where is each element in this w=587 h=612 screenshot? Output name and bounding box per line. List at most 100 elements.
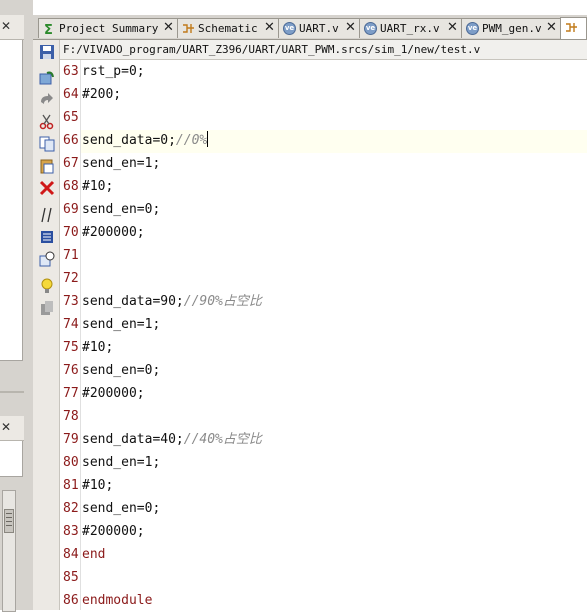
line-number: 85	[63, 570, 79, 585]
tab-uart-v[interactable]: ve UART.v ✕	[278, 18, 360, 38]
tab-label: PWM_gen.v	[482, 22, 542, 35]
line-number: 68	[63, 179, 79, 194]
line-number: 82	[63, 501, 79, 516]
code-editor[interactable]: rst_p=0; #200; send_data=0;//0% send_en=1; #…	[81, 60, 587, 610]
close-icon[interactable]: ✕	[264, 20, 275, 35]
line-number: 63	[63, 64, 79, 79]
code-line[interactable]: send_en=0;	[82, 361, 160, 381]
code-line[interactable]: #10;	[82, 338, 113, 358]
line-number: 76	[63, 363, 79, 378]
tab-schematic[interactable]: Schematic ✕	[177, 18, 279, 38]
code-line[interactable]: #200000;	[82, 223, 145, 243]
verilog-file-icon: ve	[466, 22, 479, 35]
left-dock-panel: ✕ ✕	[0, 0, 33, 612]
code-text: #200;	[82, 87, 122, 102]
close-icon[interactable]: ✕	[163, 20, 174, 35]
code-line[interactable]: send_en=1;	[82, 453, 160, 473]
line-number: 80	[63, 455, 79, 470]
editor-tab-bar: Σ Project Summary ✕ Schematic ✕ ve UART.…	[33, 15, 587, 40]
code-comment: //0%	[175, 133, 208, 148]
code-line[interactable]: #200000;	[82, 384, 145, 404]
tab-project-summary[interactable]: Σ Project Summary ✕	[38, 18, 178, 38]
code-text: #200000;	[82, 225, 145, 240]
cut-icon[interactable]	[39, 114, 55, 130]
verilog-file-icon: ve	[283, 22, 296, 35]
close-icon[interactable]: ✕	[546, 20, 557, 35]
tab-test-v[interactable]	[560, 17, 587, 39]
panel-content-top[interactable]	[0, 40, 23, 361]
line-number: 73	[63, 294, 79, 309]
comment-icon[interactable]	[39, 207, 55, 223]
code-line[interactable]: #200000;	[82, 522, 145, 542]
code-line[interactable]: send_en=1;	[82, 154, 160, 174]
template-icon[interactable]	[39, 251, 55, 267]
line-number: 84	[63, 547, 79, 562]
line-number: 86	[63, 593, 79, 608]
tab-pwm-gen-v[interactable]: ve PWM_gen.v ✕	[461, 18, 561, 38]
undo-icon[interactable]	[39, 92, 55, 108]
close-icon[interactable]: ✕	[1, 19, 11, 33]
code-line[interactable]: #200;	[82, 85, 121, 105]
code-line[interactable]: send_data=90;//90%占空比	[82, 292, 262, 312]
code-text: send_en=1;	[82, 455, 161, 470]
code-text: #200000;	[82, 386, 145, 401]
schematic-icon	[183, 24, 194, 33]
line-number: 67	[63, 156, 79, 171]
line-number: 81	[63, 478, 79, 493]
schematic-icon	[566, 23, 577, 32]
file-path-bar: F:/VIVADO_program/UART_Z396/UART/UART_PW…	[60, 40, 587, 60]
panel-header-bottom: ✕	[0, 416, 24, 441]
select-block-icon[interactable]	[39, 229, 55, 245]
copy-icon[interactable]	[39, 136, 55, 152]
panel-content-bottom-strip	[0, 441, 23, 477]
line-number: 69	[63, 202, 79, 217]
refresh-icon[interactable]	[39, 70, 55, 86]
lightbulb-icon[interactable]	[39, 278, 55, 294]
code-line[interactable]: send_data=40;//40%占空比	[82, 430, 262, 450]
code-line[interactable]: send_en=1;	[82, 315, 160, 335]
bookmark-icon[interactable]	[39, 300, 55, 316]
code-line[interactable]: end	[82, 545, 105, 565]
code-text: endmodule	[82, 593, 153, 608]
code-line[interactable]: send_data=0;//0%	[82, 131, 209, 151]
paste-icon[interactable]	[39, 158, 55, 174]
code-text: send_data=0;	[82, 133, 176, 148]
panel-divider[interactable]	[0, 391, 24, 393]
code-line[interactable]: send_en=0;	[82, 200, 160, 220]
editor-side-toolbar	[33, 40, 60, 610]
line-number: 72	[63, 271, 79, 286]
close-icon[interactable]: ✕	[1, 420, 11, 434]
close-icon[interactable]: ✕	[345, 20, 356, 35]
line-number: 70	[63, 225, 79, 240]
tab-uart-rx-v[interactable]: ve UART_rx.v ✕	[359, 18, 462, 38]
line-number: 65	[63, 110, 79, 125]
code-text: #200000;	[82, 524, 145, 539]
line-number-gutter: 63 64 65 66 67 68 69 70 71 72 73 74 75 76 77 78 79 80 81 82…	[60, 60, 81, 610]
code-line[interactable]: #10;	[82, 177, 113, 197]
code-line[interactable]: endmodule	[82, 591, 152, 611]
code-line[interactable]: #10;	[82, 476, 113, 496]
save-icon[interactable]	[39, 44, 55, 60]
code-text: send_en=0;	[82, 363, 161, 378]
code-text: send_data=90;	[82, 294, 184, 309]
line-number: 66	[63, 133, 79, 148]
code-text: send_en=1;	[82, 156, 161, 171]
close-icon[interactable]: ✕	[447, 20, 458, 35]
tab-label: UART_rx.v	[380, 22, 440, 35]
tab-label: Schematic	[198, 22, 258, 35]
panel-scrollbar[interactable]	[2, 490, 16, 612]
delete-icon[interactable]	[39, 180, 55, 196]
code-text: end	[82, 547, 106, 562]
code-text: #10;	[82, 179, 114, 194]
code-line[interactable]: rst_p=0;	[82, 62, 145, 82]
scrollbar-thumb[interactable]	[4, 509, 14, 533]
code-text: send_en=0;	[82, 202, 161, 217]
code-comment: //90%占空比	[183, 294, 262, 309]
code-text: send_data=40;	[82, 432, 184, 447]
code-line[interactable]: send_en=0;	[82, 499, 160, 519]
line-number: 78	[63, 409, 79, 424]
code-text: send_en=1;	[82, 317, 161, 332]
code-text: rst_p=0;	[82, 64, 145, 79]
sigma-icon: Σ	[44, 23, 53, 35]
line-number: 77	[63, 386, 79, 401]
